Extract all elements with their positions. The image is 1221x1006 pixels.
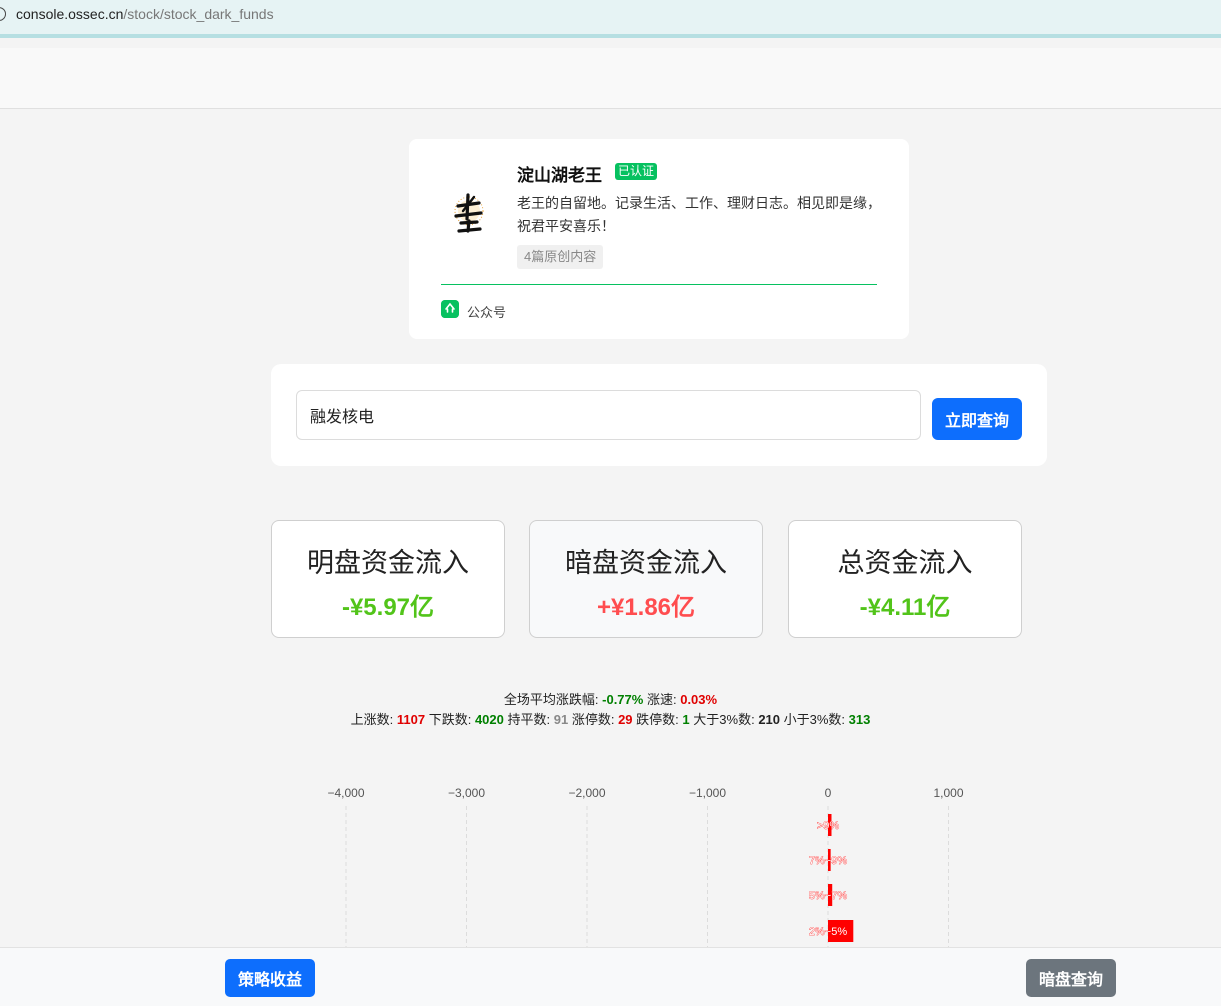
x-tick-label: −4,000 [327, 786, 364, 800]
bottom-action-bar: 策略收益 暗盘查询 [0, 947, 1221, 1006]
bar-category-label: 7%~9% [809, 855, 847, 867]
x-tick-label: −2,000 [568, 786, 605, 800]
change-distribution-chart: −4,000 −3,000 −2,000 −1,000 0 1,000 >9% 7%~9% 5%… [327, 786, 964, 947]
bar-category-label: >9% [817, 820, 840, 832]
dark-pool-query-button[interactable]: 暗盘查询 [1026, 959, 1117, 997]
x-tick-label: 0 [825, 786, 832, 800]
bar-category-label: 2%~5% [809, 926, 847, 938]
bar-category-label: 5%~7% [809, 890, 847, 902]
x-tick-label: −1,000 [689, 786, 726, 800]
x-tick-label: −3,000 [448, 786, 485, 800]
strategy-returns-button[interactable]: 策略收益 [225, 959, 316, 997]
x-tick-label: 1,000 [933, 786, 963, 800]
